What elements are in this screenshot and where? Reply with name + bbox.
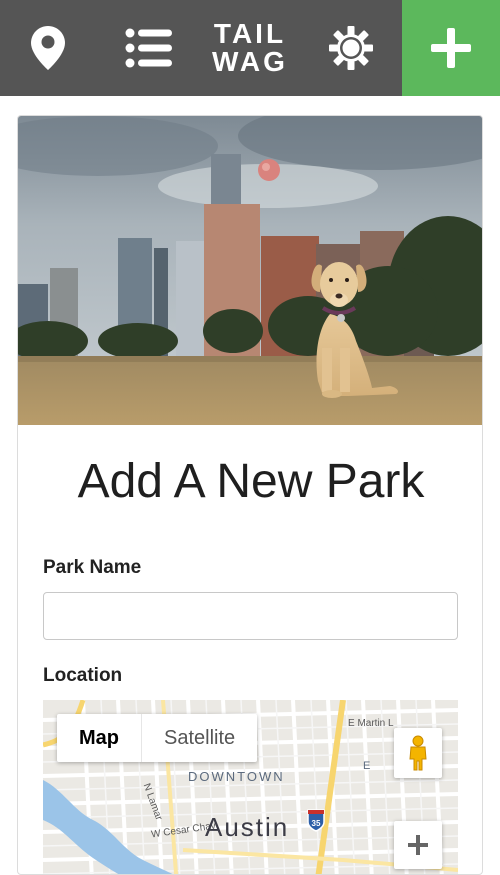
map-label-east: E [363,760,372,772]
plus-icon [431,28,471,68]
pegman-icon [409,735,427,771]
zoom-in-button[interactable] [394,821,442,869]
add-park-button[interactable] [402,0,500,96]
map-pin-icon [31,26,65,70]
hero-image-dog-park [18,116,482,425]
map-label-street: E Martin L [348,718,394,729]
page-title: Add A New Park [77,455,425,508]
street-view-button[interactable] [394,728,442,778]
svg-text:35: 35 [312,819,321,828]
map-label-city: Austin [205,812,290,842]
map-type-map-button[interactable]: Map [57,714,141,762]
map-label-downtown: DOWNTOWN [188,769,285,784]
list-icon [125,28,172,68]
plus-icon [408,835,428,855]
settings-button[interactable] [302,0,400,96]
park-name-input[interactable] [43,592,458,640]
map-type-control: Map Satellite [57,714,258,762]
list-button[interactable] [100,0,198,96]
top-navbar: TAIL WAG [0,0,500,96]
add-park-card: Add A New Park Park Name Location 35 E M… [17,115,483,875]
location-map[interactable]: 35 E Martin L N Lamar DOWNTOWN E W Cesar… [43,700,458,874]
map-type-satellite-button[interactable]: Satellite [141,714,257,762]
location-label: Location [43,665,123,686]
park-name-label: Park Name [43,557,142,578]
gear-icon [329,26,373,70]
logo-line-2: WAG [212,46,288,77]
map-pin-button[interactable] [0,0,96,96]
tail-wag-logo[interactable]: TAIL WAG [200,0,300,96]
logo-line-1: TAIL [213,18,287,49]
